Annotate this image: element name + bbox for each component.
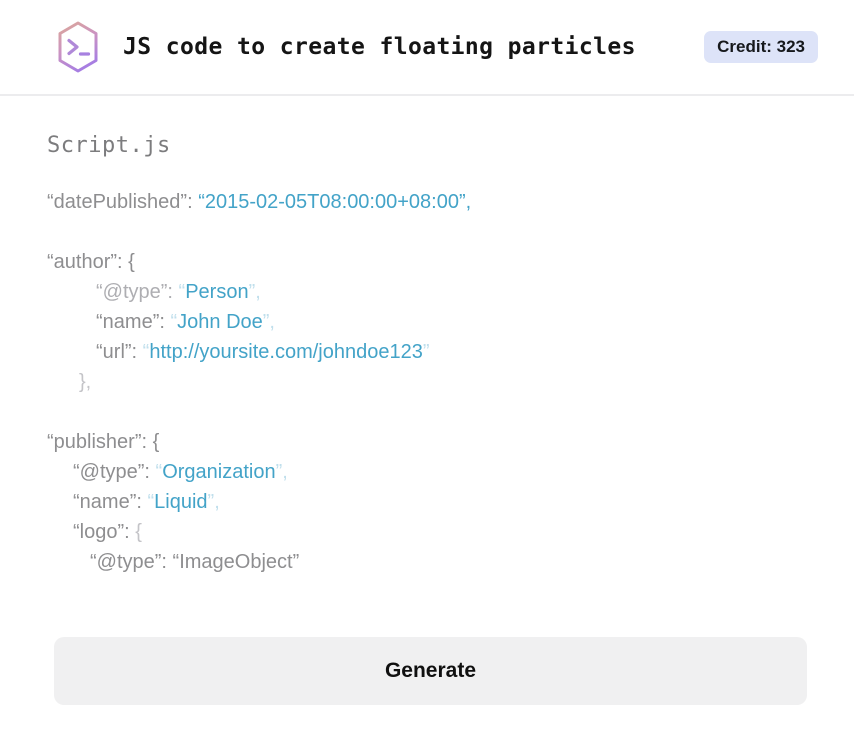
- code-segment: ”,: [208, 491, 220, 513]
- code-line: “@type”: “Organization”,: [47, 457, 807, 487]
- code-line: “author”: {: [47, 247, 807, 277]
- code-segment: {: [135, 521, 142, 543]
- code-line: “name”: “Liquid”,: [47, 487, 807, 517]
- code-segment: “2015-02-05T08:00:00+08:00”,: [198, 191, 471, 213]
- credit-badge: Credit: 323: [704, 31, 818, 63]
- code-line: “name”: “John Doe”,: [47, 307, 807, 337]
- code-segment: Liquid: [154, 491, 207, 513]
- code-segment: ”: [423, 341, 430, 363]
- code-line: },: [47, 367, 807, 397]
- code-segment: “publisher”: {: [47, 431, 159, 453]
- code-segment: “@type”: “ImageObject”: [90, 551, 299, 573]
- code-line: [47, 217, 807, 247]
- code-segment: },: [79, 371, 91, 393]
- code-segment: “name”:: [73, 491, 147, 513]
- code-segment: “url”:: [96, 341, 143, 363]
- code-segment: ”,: [249, 281, 261, 303]
- code-segment: “datePublished”:: [47, 191, 198, 213]
- code-segment: ”,: [263, 311, 275, 333]
- code-line: “logo”: {: [47, 517, 807, 547]
- code-block: “datePublished”: “2015-02-05T08:00:00+08…: [47, 187, 807, 577]
- main-content: Script.js “datePublished”: “2015-02-05T0…: [0, 96, 854, 705]
- code-segment: “@type”:: [96, 281, 179, 303]
- header: JS code to create floating particles Cre…: [0, 0, 854, 96]
- code-line: “url”: “http://yoursite.com/johndoe123”: [47, 337, 807, 367]
- code-segment: “name”:: [96, 311, 170, 333]
- code-segment: ”,: [276, 461, 288, 483]
- code-segment: “author”: {: [47, 251, 135, 273]
- code-segment: John Doe: [177, 311, 263, 333]
- code-line: “publisher”: {: [47, 427, 807, 457]
- code-segment: “logo”:: [73, 521, 135, 543]
- code-segment: Person: [185, 281, 248, 303]
- script-filename: Script.js: [47, 133, 807, 158]
- generate-button[interactable]: Generate: [54, 637, 807, 705]
- code-segment: Organization: [162, 461, 275, 483]
- code-segment: http://yoursite.com/johndoe123: [149, 341, 423, 363]
- code-line: “datePublished”: “2015-02-05T08:00:00+08…: [47, 187, 807, 217]
- page-title: JS code to create floating particles: [123, 34, 636, 60]
- code-line: “@type”: “ImageObject”: [47, 547, 807, 577]
- code-line: “@type”: “Person”,: [47, 277, 807, 307]
- code-line: [47, 397, 807, 427]
- terminal-hexagon-icon: [55, 20, 101, 74]
- code-segment: “@type”:: [73, 461, 156, 483]
